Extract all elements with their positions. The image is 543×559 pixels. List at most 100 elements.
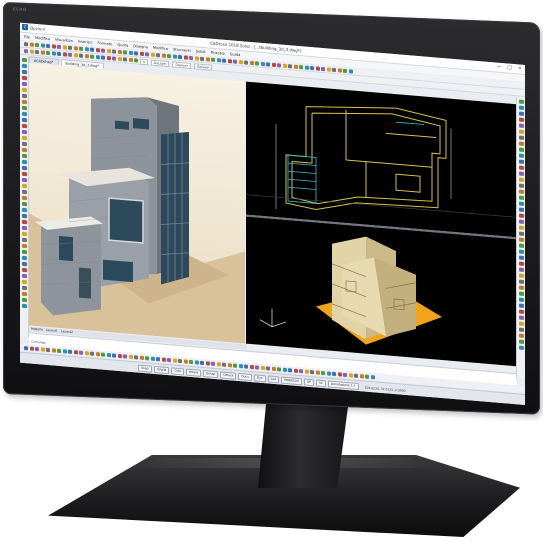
toolbar-tool-icon[interactable] xyxy=(24,345,28,350)
toolbar-tool-icon[interactable] xyxy=(194,56,199,61)
toolbar-tool-icon[interactable] xyxy=(29,345,34,351)
toolbar-tool-icon[interactable] xyxy=(101,48,105,53)
toolbar-tool-icon[interactable] xyxy=(343,372,347,377)
status-polar[interactable]: Polare xyxy=(185,368,202,377)
toolbar-tool-icon[interactable] xyxy=(24,48,28,54)
toolbar-tool-icon[interactable] xyxy=(354,373,358,378)
toolbar-tool-icon[interactable] xyxy=(24,41,28,47)
toolbar-tool-icon[interactable] xyxy=(238,363,243,368)
toolbar-tool-icon[interactable] xyxy=(35,346,39,351)
toolbar-tool-icon[interactable] xyxy=(84,47,89,52)
toolbar-tool-icon[interactable] xyxy=(518,237,524,242)
toolbar-tool-icon[interactable] xyxy=(139,51,144,57)
toolbar-tool-icon[interactable] xyxy=(40,50,45,55)
toolbar-tool-icon[interactable] xyxy=(21,117,27,123)
toolbar-tool-icon[interactable] xyxy=(73,53,78,58)
toolbar-tool-icon[interactable] xyxy=(277,366,281,372)
toolbar-tool-icon[interactable] xyxy=(123,50,127,55)
toolbar-tool-icon[interactable] xyxy=(518,165,524,170)
toolbar-tool-icon[interactable] xyxy=(21,183,27,189)
toolbar-tool-icon[interactable] xyxy=(518,279,524,284)
menu-inserisci[interactable]: Inserisci xyxy=(78,39,93,44)
menu-formato[interactable]: Formato xyxy=(98,41,113,46)
status-qp[interactable]: QP xyxy=(303,378,315,387)
toolbar-tool-icon[interactable] xyxy=(260,61,265,67)
toolbar-tool-icon[interactable] xyxy=(62,348,67,354)
toolbar-tool-icon[interactable] xyxy=(518,249,524,254)
toolbar-tool-icon[interactable] xyxy=(123,353,127,359)
toolbar-tool-icon[interactable] xyxy=(112,352,116,358)
toolbar-tool-icon[interactable] xyxy=(134,51,138,56)
toolbar-tool-icon[interactable] xyxy=(304,369,309,374)
viewport-render[interactable] xyxy=(29,63,245,344)
toolbar-tool-icon[interactable] xyxy=(518,123,524,128)
toolbar-tool-icon[interactable] xyxy=(139,355,144,360)
toolbar-tool-icon[interactable] xyxy=(112,49,116,54)
toolbar-tool-icon[interactable] xyxy=(332,371,336,376)
toolbar-tool-icon[interactable] xyxy=(21,249,27,255)
toolbar-tool-icon[interactable] xyxy=(216,58,221,63)
layout-tab-model[interactable]: Modello xyxy=(31,327,43,333)
toolbar-tool-icon[interactable] xyxy=(128,57,133,63)
toolbar-tool-icon[interactable] xyxy=(35,42,39,48)
toolbar-tool-icon[interactable] xyxy=(518,267,524,272)
menu-modifica[interactable]: Modifica xyxy=(35,35,50,40)
toolbar-tool-icon[interactable] xyxy=(21,105,27,111)
toolbar-tool-icon[interactable] xyxy=(51,44,56,49)
toolbar-tool-icon[interactable] xyxy=(244,363,248,369)
toolbar-tool-icon[interactable] xyxy=(21,57,27,63)
toolbar-tool-icon[interactable] xyxy=(518,225,524,230)
toolbar-tool-icon[interactable] xyxy=(288,64,292,69)
toolbar-tool-icon[interactable] xyxy=(128,354,133,359)
toolbar-tool-icon[interactable] xyxy=(518,261,524,266)
status-grid[interactable]: Griglia xyxy=(153,365,170,375)
toolbar-tool-icon[interactable] xyxy=(277,63,281,68)
toolbar-tool-icon[interactable] xyxy=(233,363,237,368)
menu-file[interactable]: File xyxy=(24,34,30,39)
toolbar-tool-icon[interactable] xyxy=(293,368,298,373)
toolbar-tool-icon[interactable] xyxy=(51,347,56,353)
toolbar-tool-icon[interactable] xyxy=(222,58,226,63)
toolbar-tool-icon[interactable] xyxy=(266,365,270,371)
toolbar-tool-icon[interactable] xyxy=(266,62,270,67)
toolbar-tool-icon[interactable] xyxy=(194,359,199,365)
close-icon[interactable]: × xyxy=(518,65,522,71)
toolbar-tool-icon[interactable] xyxy=(326,67,331,72)
toolbar-tool-icon[interactable] xyxy=(518,297,524,302)
toolbar-tool-icon[interactable] xyxy=(518,303,524,308)
toolbar-tool-icon[interactable] xyxy=(518,117,524,122)
toolbar-tool-icon[interactable] xyxy=(518,141,524,146)
toolbar-tool-icon[interactable] xyxy=(90,47,94,52)
toolbar-tool-icon[interactable] xyxy=(205,360,210,366)
toolbar-tool-icon[interactable] xyxy=(518,99,524,104)
toolbar-tool-icon[interactable] xyxy=(200,56,204,62)
toolbar-tool-icon[interactable] xyxy=(62,45,67,50)
status-dyn[interactable]: Dyn xyxy=(253,374,266,383)
lineweight-dropdown[interactable]: DaLayer xyxy=(193,63,213,71)
toolbar-tool-icon[interactable] xyxy=(211,361,215,366)
status-model[interactable]: MODELLO xyxy=(281,376,302,386)
toolbar-tool-icon[interactable] xyxy=(238,59,243,65)
toolbar-tool-icon[interactable] xyxy=(84,350,89,355)
toolbar-tool-icon[interactable] xyxy=(62,52,67,57)
status-osnap[interactable]: Esnap xyxy=(203,370,219,379)
toolbar-tool-icon[interactable] xyxy=(293,64,298,69)
annotation-scale-dropdown[interactable]: Annotazione 1:1 xyxy=(328,380,359,391)
toolbar-tool-icon[interactable] xyxy=(299,368,303,373)
toolbar-tool-icon[interactable] xyxy=(315,66,320,71)
toolbar-tool-icon[interactable] xyxy=(183,55,188,60)
toolbar-tool-icon[interactable] xyxy=(156,356,160,361)
menu-finestre[interactable]: Finestre xyxy=(211,50,225,55)
toolbar-tool-icon[interactable] xyxy=(518,207,524,212)
toolbar-tool-icon[interactable] xyxy=(21,303,27,309)
toolbar-tool-icon[interactable] xyxy=(21,123,27,129)
toolbar-tool-icon[interactable] xyxy=(106,55,111,61)
toolbar-tool-icon[interactable] xyxy=(21,225,27,231)
toolbar-tool-icon[interactable] xyxy=(21,135,27,141)
toolbar-tool-icon[interactable] xyxy=(90,351,94,356)
toolbar-tool-icon[interactable] xyxy=(518,315,524,320)
toolbar-tool-icon[interactable] xyxy=(29,42,34,47)
status-otrack[interactable]: Otrack xyxy=(220,371,237,380)
toolbar-tool-icon[interactable] xyxy=(365,374,369,379)
toolbar-tool-icon[interactable] xyxy=(21,111,27,117)
